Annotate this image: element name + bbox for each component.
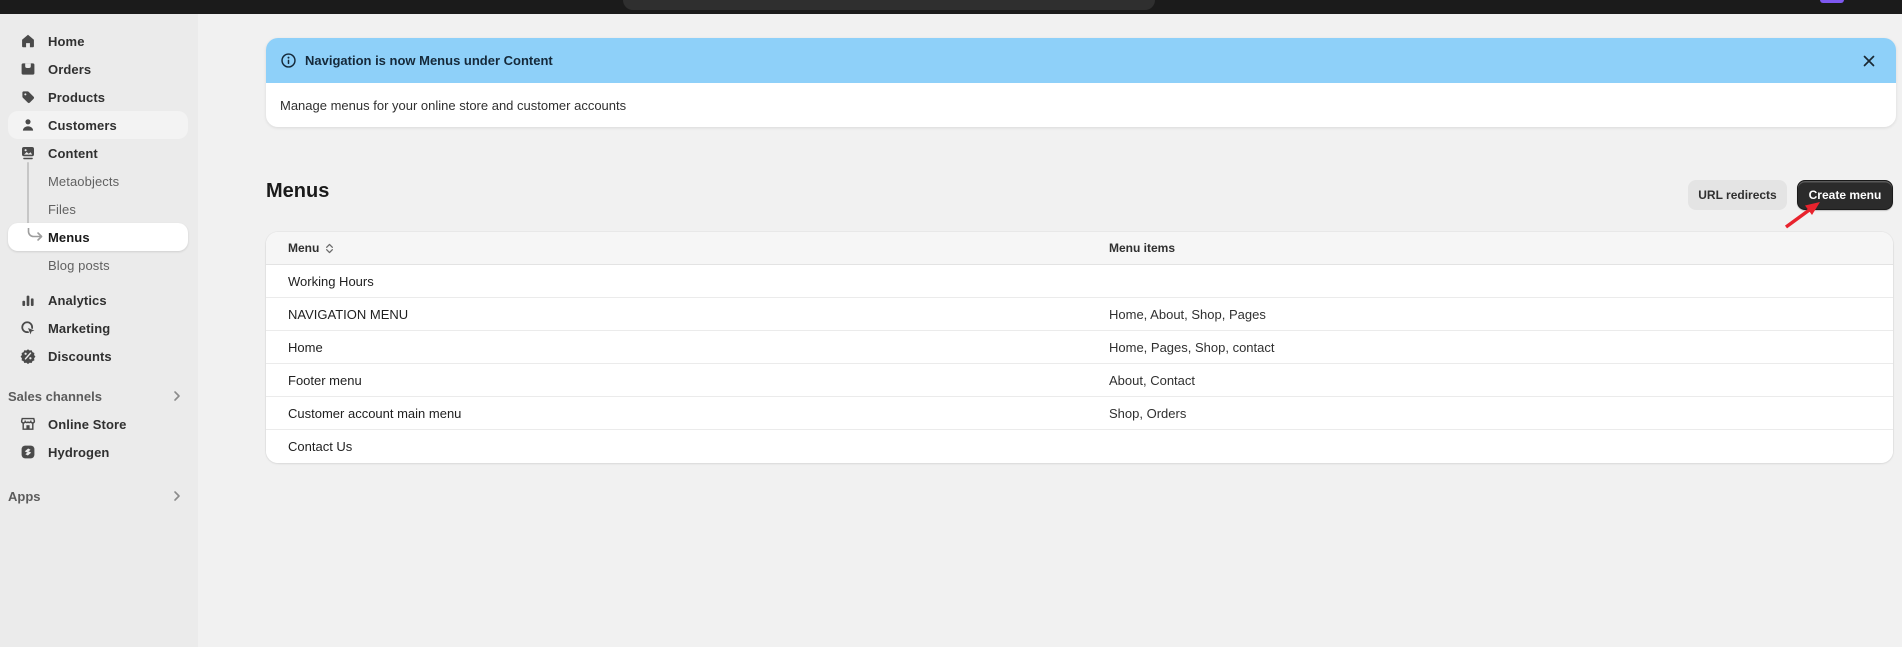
- sidebar-item-orders[interactable]: Orders: [8, 55, 188, 83]
- sidebar-item-label: Online Store: [48, 417, 127, 432]
- sidebar-item-marketing[interactable]: Marketing: [8, 314, 188, 342]
- subnav-arrow-icon: [27, 228, 45, 245]
- table-row[interactable]: Working Hours: [266, 265, 1893, 298]
- sidebar-item-content[interactable]: Content: [8, 139, 188, 167]
- menu-items-cell: Home, About, Shop, Pages: [1087, 307, 1893, 322]
- section-label: Apps: [8, 489, 41, 504]
- menu-name-cell: Home: [266, 340, 1087, 355]
- storefront-icon: [20, 416, 36, 432]
- menu-name-cell: NAVIGATION MENU: [266, 307, 1087, 322]
- sort-icon[interactable]: [323, 242, 336, 255]
- orders-icon: [20, 61, 36, 77]
- sidebar-item-label: Blog posts: [48, 258, 110, 273]
- top-bar: [0, 0, 1902, 14]
- info-banner: Navigation is now Menus under Content Ma…: [266, 38, 1896, 127]
- menus-table: Menu Menu items Working Hours NAVIGATION…: [266, 232, 1893, 463]
- banner-title: Navigation is now Menus under Content: [305, 53, 553, 68]
- info-icon: [280, 52, 297, 69]
- sidebar-item-label: Customers: [48, 118, 117, 133]
- sidebar-item-online-store[interactable]: Online Store: [8, 410, 188, 438]
- table-row[interactable]: Customer account main menu Shop, Orders: [266, 397, 1893, 430]
- analytics-icon: [20, 292, 36, 308]
- sidebar-item-customers[interactable]: Customers: [8, 111, 188, 139]
- info-banner-body: Manage menus for your online store and c…: [266, 83, 1896, 127]
- menu-items-cell: Shop, Orders: [1087, 406, 1893, 421]
- sidebar-item-label: Home: [48, 34, 85, 49]
- menu-name-cell: Working Hours: [266, 274, 1087, 289]
- banner-description: Manage menus for your online store and c…: [280, 98, 626, 113]
- table-row[interactable]: Contact Us: [266, 430, 1893, 463]
- sidebar-item-label: Products: [48, 90, 105, 105]
- tag-icon: [20, 89, 36, 105]
- sidebar-item-discounts[interactable]: Discounts: [8, 342, 188, 370]
- sidebar-item-home[interactable]: Home: [8, 27, 188, 55]
- search-bar[interactable]: [623, 0, 1155, 10]
- person-icon: [20, 117, 36, 133]
- menu-items-cell: Home, Pages, Shop, contact: [1087, 340, 1893, 355]
- menu-name-cell: Footer menu: [266, 373, 1087, 388]
- column-header-menu[interactable]: Menu: [266, 241, 1087, 255]
- sidebar: Home Orders Products Customers Content M…: [0, 14, 198, 647]
- sidebar-item-label: Metaobjects: [48, 174, 119, 189]
- column-label: Menu: [288, 241, 319, 255]
- column-label: Menu items: [1109, 241, 1175, 255]
- discount-icon: [20, 348, 36, 364]
- marketing-icon: [20, 320, 36, 336]
- sidebar-item-menus[interactable]: Menus: [8, 223, 188, 251]
- hydrogen-icon: [20, 444, 36, 460]
- sidebar-item-label: Content: [48, 146, 98, 161]
- sidebar-item-label: Orders: [48, 62, 91, 77]
- section-label: Sales channels: [8, 389, 102, 404]
- create-menu-button[interactable]: Create menu: [1797, 180, 1893, 210]
- table-row[interactable]: Home Home, Pages, Shop, contact: [266, 331, 1893, 364]
- sidebar-item-label: Menus: [48, 230, 90, 245]
- menu-name-cell: Customer account main menu: [266, 406, 1087, 421]
- sidebar-section-apps[interactable]: Apps: [0, 482, 198, 510]
- sidebar-item-label: Files: [48, 202, 76, 217]
- column-header-menu-items: Menu items: [1087, 241, 1893, 255]
- sidebar-item-label: Marketing: [48, 321, 110, 336]
- chevron-right-icon: [170, 389, 184, 403]
- sidebar-item-products[interactable]: Products: [8, 83, 188, 111]
- table-row[interactable]: NAVIGATION MENU Home, About, Shop, Pages: [266, 298, 1893, 331]
- sidebar-item-analytics[interactable]: Analytics: [8, 286, 188, 314]
- info-banner-header: Navigation is now Menus under Content: [266, 38, 1896, 83]
- home-icon: [20, 33, 36, 49]
- sidebar-item-metaobjects[interactable]: Metaobjects: [8, 167, 188, 195]
- table-row[interactable]: Footer menu About, Contact: [266, 364, 1893, 397]
- page-title: Menus: [266, 180, 329, 203]
- content-icon: [20, 145, 36, 161]
- sidebar-item-label: Discounts: [48, 349, 112, 364]
- menu-items-cell: About, Contact: [1087, 373, 1893, 388]
- sidebar-item-hydrogen[interactable]: Hydrogen: [8, 438, 188, 466]
- table-header-row: Menu Menu items: [266, 232, 1893, 265]
- menu-name-cell: Contact Us: [266, 439, 1087, 454]
- sidebar-item-label: Hydrogen: [48, 445, 109, 460]
- page-actions: URL redirects Create menu: [1688, 180, 1893, 210]
- sidebar-section-sales-channels[interactable]: Sales channels: [0, 382, 198, 410]
- sidebar-item-blog-posts[interactable]: Blog posts: [8, 251, 188, 279]
- chevron-right-icon: [170, 489, 184, 503]
- avatar[interactable]: [1820, 0, 1844, 3]
- url-redirects-button[interactable]: URL redirects: [1688, 180, 1787, 210]
- close-icon[interactable]: [1858, 50, 1880, 72]
- sidebar-item-label: Analytics: [48, 293, 107, 308]
- sidebar-item-files[interactable]: Files: [8, 195, 188, 223]
